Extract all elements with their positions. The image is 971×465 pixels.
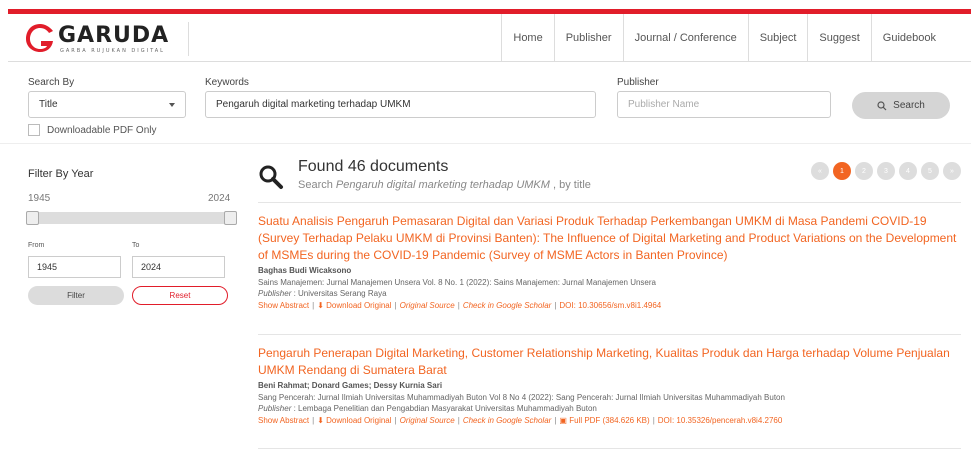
- garuda-bird-icon: [26, 24, 53, 52]
- keywords-value: Pengaruh digital marketing terhadap UMKM: [216, 99, 411, 110]
- site-header: GARUDA GARBA RUJUKAN DIGITAL Home Publis…: [8, 14, 971, 62]
- filter-title: Filter By Year: [28, 168, 94, 180]
- search-by-select[interactable]: Title: [28, 91, 186, 118]
- filter-button[interactable]: Filter: [28, 286, 124, 305]
- download-icon: ⬇: [317, 301, 324, 310]
- nav-subject[interactable]: Subject: [747, 14, 808, 62]
- article-journal: Sains Manajemen: Jurnal Manajemen Unsera…: [258, 278, 656, 287]
- nav-guidebook[interactable]: Guidebook: [870, 14, 947, 62]
- page-1[interactable]: 1: [833, 162, 851, 180]
- nav-publisher[interactable]: Publisher: [553, 14, 623, 62]
- search-button-label: Search: [893, 100, 925, 111]
- doi-link[interactable]: DOI: 10.30656/sm.v8i1.4964: [559, 301, 661, 310]
- from-year-input[interactable]: 1945: [28, 256, 121, 278]
- original-source-link[interactable]: Original Source: [400, 416, 455, 425]
- article-publisher: Publisher : Universitas Serang Raya: [258, 289, 387, 298]
- keywords-input[interactable]: Pengaruh digital marketing terhadap UMKM: [205, 91, 596, 118]
- results-count: Found 46 documents: [298, 158, 449, 175]
- publisher-input[interactable]: Publisher Name: [617, 91, 831, 118]
- download-original-link[interactable]: Download Original: [326, 416, 391, 425]
- results-query: Pengaruh digital marketing terhadap UMKM: [335, 179, 550, 191]
- download-original-link[interactable]: Download Original: [326, 301, 391, 310]
- search-by-value: Title: [39, 99, 58, 110]
- article-links: Show Abstract | ⬇ Download Original | Origin…: [258, 301, 662, 310]
- search-icon: [877, 100, 887, 110]
- to-label: To: [132, 242, 140, 249]
- year-slider-max-handle[interactable]: [224, 211, 237, 225]
- article-links: Show Abstract | ⬇ Download Original | Origin…: [258, 416, 783, 425]
- page-5[interactable]: 5: [921, 162, 939, 180]
- article-title-link[interactable]: Pengaruh Penerapan Digital Marketing, Cu…: [258, 345, 961, 379]
- divider: [258, 202, 961, 203]
- year-min: 1945: [28, 193, 51, 204]
- nav-home[interactable]: Home: [501, 14, 553, 62]
- pdf-only-checkbox[interactable]: [28, 124, 40, 136]
- nav-journal-conference[interactable]: Journal / Conference: [622, 14, 748, 62]
- to-year-value: 2024: [141, 262, 162, 272]
- keywords-label: Keywords: [205, 77, 249, 88]
- brand-name: GARUDA: [58, 23, 170, 48]
- doi-link[interactable]: DOI: 10.35326/pencerah.v8i4.2760: [658, 416, 783, 425]
- page-4[interactable]: 4: [899, 162, 917, 180]
- divider: [258, 448, 961, 449]
- download-icon: ⬇: [317, 416, 324, 425]
- filter-button-label: Filter: [67, 291, 85, 300]
- article-title-link[interactable]: Suatu Analisis Pengaruh Pemasaran Digita…: [258, 213, 961, 264]
- chevron-down-icon: [169, 103, 175, 107]
- garuda-logo[interactable]: GARUDA GARBA RUJUKAN DIGITAL: [24, 22, 189, 56]
- pdf-icon: ▣: [559, 416, 567, 425]
- brand-tagline: GARBA RUJUKAN DIGITAL: [60, 48, 165, 54]
- results-query-summary: Search Pengaruh digital marketing terhad…: [298, 179, 591, 191]
- google-scholar-link[interactable]: Check in Google Scholar: [463, 416, 552, 425]
- year-slider-track[interactable]: [28, 212, 235, 224]
- from-year-value: 1945: [37, 262, 58, 272]
- pdf-only-label: Downloadable PDF Only: [47, 125, 157, 136]
- show-abstract-link[interactable]: Show Abstract: [258, 301, 309, 310]
- main-nav: Home Publisher Journal / Conference Subj…: [501, 14, 947, 62]
- top-accent-bar: [0, 0, 971, 14]
- article-authors: Baghas Budi Wicaksono: [258, 266, 352, 275]
- magnifier-icon: [259, 165, 283, 189]
- from-label: From: [28, 242, 45, 249]
- page-2[interactable]: 2: [855, 162, 873, 180]
- reset-button-label: Reset: [169, 291, 191, 300]
- nav-suggest[interactable]: Suggest: [807, 14, 870, 62]
- search-by-label: Search By: [28, 77, 75, 88]
- divider: [258, 334, 961, 335]
- publisher-label: Publisher: [617, 77, 659, 88]
- year-max: 2024: [208, 193, 231, 204]
- publisher-placeholder: Publisher Name: [628, 99, 700, 110]
- year-slider-min-handle[interactable]: [26, 211, 39, 225]
- search-button[interactable]: Search: [852, 92, 950, 119]
- page-next[interactable]: »: [943, 162, 961, 180]
- show-abstract-link[interactable]: Show Abstract: [258, 416, 309, 425]
- to-year-input[interactable]: 2024: [132, 256, 225, 278]
- page-prev[interactable]: «: [811, 162, 829, 180]
- reset-button[interactable]: Reset: [132, 286, 228, 305]
- page-3[interactable]: 3: [877, 162, 895, 180]
- article-journal: Sang Pencerah: Jurnal Ilmiah Universitas…: [258, 393, 785, 402]
- pagination: « 1 2 3 4 5 »: [811, 162, 961, 180]
- google-scholar-link[interactable]: Check in Google Scholar: [463, 301, 552, 310]
- full-pdf-link[interactable]: Full PDF (384.626 KB): [569, 416, 649, 425]
- result-item: Pengaruh Penerapan Digital Marketing, Cu…: [258, 345, 961, 425]
- result-item: Suatu Analisis Pengaruh Pemasaran Digita…: [258, 213, 961, 310]
- article-authors: Beni Rahmat; Donard Games; Dessy Kurnia …: [258, 381, 443, 390]
- article-publisher: Publisher : Lembaga Penelitian dan Penga…: [258, 404, 597, 413]
- original-source-link[interactable]: Original Source: [400, 301, 455, 310]
